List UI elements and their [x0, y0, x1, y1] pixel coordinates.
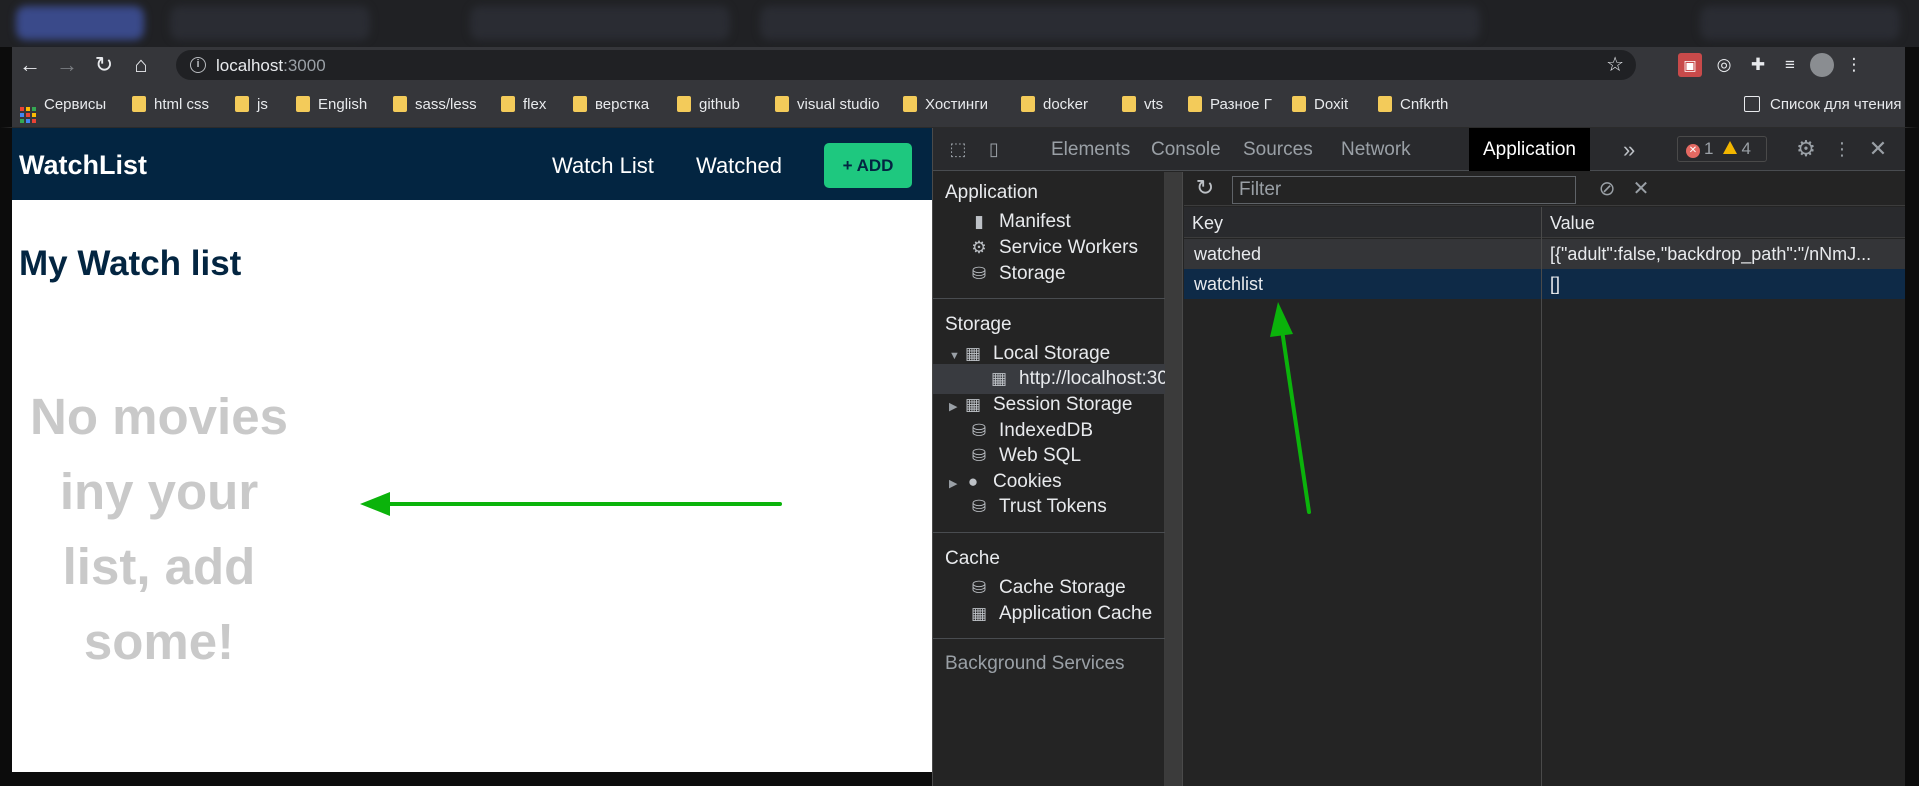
media-control-icon[interactable]: ≡: [1778, 53, 1802, 77]
folder-icon: [132, 96, 146, 112]
folder-icon: [1292, 96, 1306, 112]
bookmark-folder[interactable]: vts: [1122, 95, 1163, 115]
section-cache: Cache: [945, 548, 1000, 569]
tab-sources[interactable]: Sources: [1229, 128, 1327, 171]
tab-console[interactable]: Console: [1137, 128, 1235, 171]
window-border: [1905, 128, 1919, 786]
window-border: [0, 128, 12, 786]
sidebar-item-trust-tokens[interactable]: ⛁ Trust Tokens: [969, 492, 1107, 522]
section-storage: Storage: [945, 314, 1012, 335]
collapsed-triangle-icon: ▶: [949, 478, 958, 490]
bookmark-folder[interactable]: Хостинги: [903, 95, 988, 115]
folder-icon: [1378, 96, 1392, 112]
browser-tab-strip: [0, 0, 1919, 47]
annotation-arrow-up: [1270, 302, 1311, 514]
more-tabs-icon[interactable]: »: [1609, 128, 1649, 171]
tab-network[interactable]: Network: [1327, 128, 1425, 171]
site-info-icon[interactable]: i: [190, 57, 206, 73]
divider: [933, 532, 1165, 533]
folder-icon: [1122, 96, 1136, 112]
extensions-puzzle-icon[interactable]: ✚: [1746, 53, 1770, 77]
bookmark-folder[interactable]: Doxit: [1292, 95, 1348, 115]
folder-icon: [296, 96, 310, 112]
reload-icon[interactable]: ↻: [86, 47, 122, 83]
folder-icon: [677, 96, 691, 112]
error-count: 1: [1704, 139, 1714, 158]
devtools-panel: ⬚ ▯ Elements Console Sources Network App…: [932, 128, 1905, 786]
folder-icon: [1021, 96, 1035, 112]
reading-list-icon: [1744, 96, 1760, 112]
bookmark-folder[interactable]: github: [677, 95, 740, 115]
section-background-services: Background Services: [945, 653, 1125, 674]
issues-counter[interactable]: ✕ 1 4: [1677, 136, 1767, 162]
address-bar[interactable]: i localhost:3000 ☆: [176, 50, 1636, 80]
storage-table-panel: ↻ ⊘ ✕ Key Value watched [{"adult":false,…: [1184, 172, 1905, 786]
sidebar-item-storage[interactable]: ⛁ Storage: [969, 259, 1066, 289]
window-border: [0, 772, 932, 786]
page-viewport: WatchList Watch List Watched + ADD My Wa…: [12, 128, 932, 772]
application-sidebar: Application ▮ Manifest ⚙ Service Workers ⛁…: [933, 172, 1168, 786]
bookmarks-bar: Сервисы html css js English sass/less fl…: [0, 83, 1919, 128]
tab-elements[interactable]: Elements: [1037, 128, 1144, 171]
warning-icon: [1723, 141, 1738, 154]
home-icon[interactable]: ⌂: [123, 47, 159, 83]
tab-application[interactable]: Application: [1469, 128, 1590, 171]
section-application: Application: [945, 182, 1038, 203]
bookmark-star-icon[interactable]: ☆: [1606, 52, 1624, 77]
device-toolbar-icon[interactable]: ▯: [983, 138, 1005, 160]
folder-icon: [235, 96, 249, 112]
bookmark-apps[interactable]: Сервисы: [20, 95, 106, 123]
bookmark-folder[interactable]: Разное Г: [1188, 95, 1272, 115]
folder-icon: [501, 96, 515, 112]
folder-icon: [393, 96, 407, 112]
forward-icon[interactable]: →: [49, 47, 85, 83]
database-icon: ⛁: [971, 264, 987, 283]
sidebar-item-application-cache[interactable]: ▦ Application Cache: [969, 599, 1152, 629]
folder-icon: [573, 96, 587, 112]
bookmark-folder[interactable]: верстка: [573, 95, 649, 115]
divider: [933, 298, 1165, 299]
browser-toolbar: ← → ↻ ⌂ i localhost:3000 ☆ ▣ ◎ ✚ ≡ ⋮: [0, 47, 1919, 83]
error-icon: ✕: [1686, 144, 1700, 158]
bookmark-folder[interactable]: flex: [501, 95, 546, 115]
table-icon: ▦: [970, 604, 988, 623]
bookmark-folder[interactable]: docker: [1021, 95, 1088, 115]
devtools-tab-bar: ⬚ ▯ Elements Console Sources Network App…: [933, 128, 1905, 171]
collapsed-triangle-icon: ▶: [949, 401, 958, 413]
address-url: localhost:3000: [216, 56, 326, 75]
settings-gear-icon[interactable]: ⚙: [1795, 138, 1817, 160]
folder-icon: [903, 96, 917, 112]
folder-icon: [1188, 96, 1202, 112]
bookmark-folder[interactable]: Cnfkrth: [1378, 95, 1448, 115]
annotation-arrow-left: [360, 492, 782, 516]
database-icon: ⛁: [971, 497, 987, 516]
divider: [933, 638, 1165, 639]
bookmark-folder[interactable]: js: [235, 95, 268, 115]
bookmark-folder[interactable]: visual studio: [775, 95, 880, 115]
profile-avatar[interactable]: [1810, 53, 1834, 77]
folder-icon: [775, 96, 789, 112]
reading-list[interactable]: Список для чтения: [1744, 95, 1902, 115]
bookmark-folder[interactable]: English: [296, 95, 367, 115]
inspect-element-icon[interactable]: ⬚: [947, 138, 969, 160]
extension-red-icon[interactable]: ▣: [1678, 53, 1702, 77]
close-devtools-icon[interactable]: ✕: [1867, 138, 1889, 160]
menu-icon[interactable]: ⋮: [1842, 53, 1866, 77]
sidebar-resizer[interactable]: [1165, 172, 1183, 786]
extension-circle-icon[interactable]: ◎: [1712, 53, 1736, 77]
apps-grid-icon: [20, 107, 36, 123]
bookmark-folder[interactable]: html css: [132, 95, 209, 115]
bookmark-folder[interactable]: sass/less: [393, 95, 477, 115]
warning-count: 4: [1741, 139, 1751, 158]
back-icon[interactable]: ←: [12, 47, 48, 83]
more-options-icon[interactable]: ⋮: [1831, 138, 1853, 160]
